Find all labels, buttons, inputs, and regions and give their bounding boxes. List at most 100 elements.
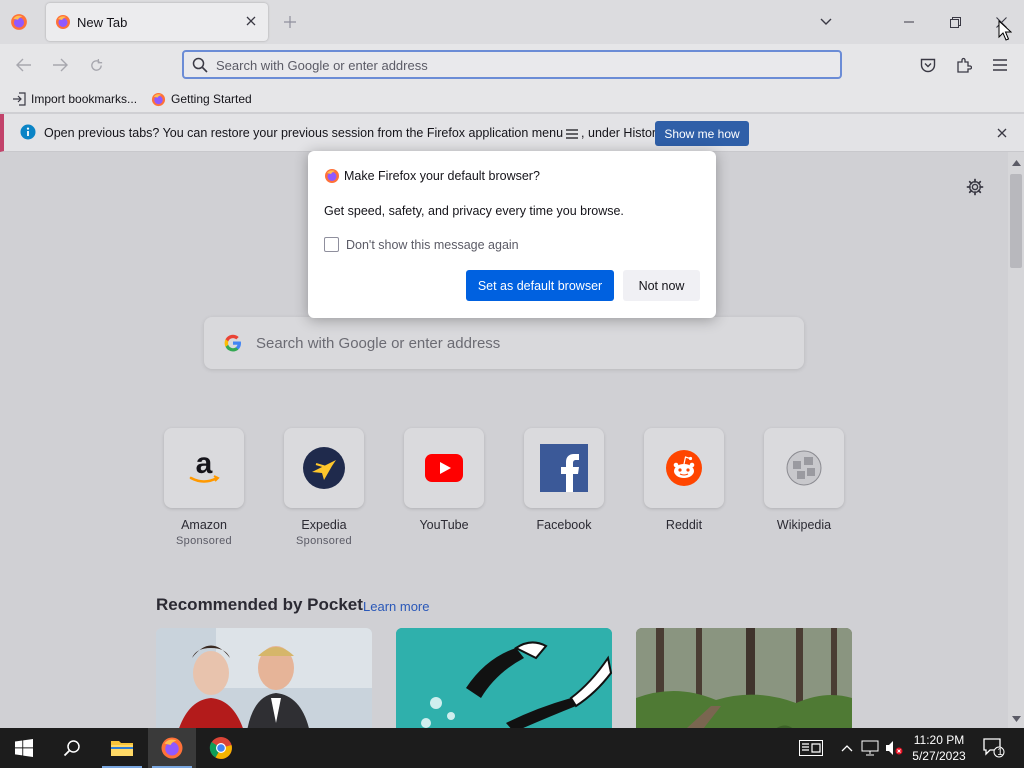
sponsored-label: Sponsored (176, 535, 232, 547)
close-tab-icon[interactable] (242, 12, 260, 30)
gear-icon[interactable] (966, 178, 984, 196)
application-menu-icon[interactable] (989, 54, 1011, 76)
scroll-up-arrow-icon[interactable] (1011, 158, 1021, 168)
url-input[interactable] (216, 55, 816, 75)
top-site-name: YouTube (419, 518, 469, 532)
pocket-card-image[interactable] (396, 628, 612, 728)
show-hidden-icons-chevron-icon[interactable] (838, 739, 856, 757)
restore-session-notification: Open previous tabs? You can restore your… (0, 114, 1024, 152)
dont-show-again-checkbox[interactable] (324, 237, 339, 252)
mouse-cursor-icon (998, 20, 1012, 41)
top-site-wikipedia[interactable]: Wikipedia (754, 428, 854, 532)
top-site-tile[interactable] (404, 428, 484, 508)
taskbar-search-button[interactable] (50, 728, 94, 768)
notification-count-badge: 1 (997, 747, 1003, 758)
clock-time: 11:20 PM (913, 733, 965, 747)
top-site-tile[interactable] (644, 428, 724, 508)
expedia-icon (303, 447, 345, 489)
show-me-how-button[interactable]: Show me how (655, 121, 749, 146)
top-site-tile[interactable] (764, 428, 844, 508)
pocket-card-photo (636, 628, 852, 728)
top-site-name: Wikipedia (776, 518, 832, 532)
folder-icon (111, 741, 133, 756)
top-site-tile[interactable] (284, 428, 364, 508)
tab-title: New Tab (77, 15, 128, 30)
dialog-body: Get speed, safety, and privacy every tim… (324, 204, 624, 218)
search-icon (63, 740, 80, 757)
firefox-app-icon[interactable] (10, 13, 28, 31)
taskbar-firefox[interactable] (148, 728, 196, 768)
pocket-card-photo (156, 628, 372, 728)
top-site-name: Amazon (181, 518, 227, 532)
facebook-icon (540, 444, 588, 492)
tab-strip: New Tab (0, 0, 1024, 44)
bookmark-import[interactable]: Import bookmarks... (12, 90, 137, 108)
default-browser-dialog: Make Firefox your default browser? Get s… (308, 151, 716, 318)
list-all-tabs-chevron-icon[interactable] (816, 12, 836, 32)
taskbar-clock[interactable]: 11:20 PM 5/27/2023 (906, 732, 972, 764)
pocket-learn-more-link[interactable]: Learn more (363, 599, 429, 614)
top-site-tile[interactable] (524, 428, 604, 508)
firefox-logo-icon (325, 169, 339, 183)
restore-window-icon[interactable] (940, 8, 970, 36)
minimize-window-icon[interactable] (894, 8, 924, 36)
newtab-search-box[interactable] (204, 317, 804, 369)
pocket-card-image[interactable] (156, 628, 372, 728)
set-default-browser-button[interactable]: Set as default browser (466, 270, 614, 301)
navigation-toolbar (0, 44, 1024, 86)
pocket-heading: Recommended by Pocket (156, 595, 363, 614)
scrollbar-thumb[interactable] (1010, 174, 1022, 268)
network-icon[interactable] (861, 739, 879, 757)
pocket-icon[interactable] (917, 54, 939, 76)
top-site-amazon[interactable]: a Amazon Sponsored (154, 428, 254, 547)
amazon-icon: a (189, 448, 220, 483)
scroll-down-arrow-icon[interactable] (1011, 714, 1021, 724)
windows-logo-icon (15, 739, 33, 757)
close-notification-icon[interactable] (994, 125, 1010, 141)
taskbar-file-explorer[interactable] (98, 728, 146, 768)
pocket-card-photo (396, 628, 612, 728)
svg-text:a: a (196, 448, 213, 480)
top-site-tile[interactable]: a (164, 428, 244, 508)
bookmark-getting-started[interactable]: Getting Started (151, 90, 252, 108)
top-site-name: Facebook (536, 518, 592, 532)
dont-show-again-label[interactable]: Don't show this message again (346, 238, 519, 252)
search-icon (192, 57, 208, 73)
newtab-search-input[interactable] (256, 332, 776, 354)
bookmark-label: Getting Started (171, 92, 252, 106)
top-site-name: Reddit (665, 518, 703, 532)
notification-text-start: Open previous tabs? You can restore your… (44, 126, 564, 140)
sponsored-label: Sponsored (296, 535, 352, 547)
new-tab-plus-icon[interactable] (280, 12, 300, 32)
notification-message: Open previous tabs? You can restore your… (44, 126, 665, 140)
firefox-favicon-icon (56, 15, 70, 29)
top-site-expedia[interactable]: Expedia Sponsored (274, 428, 374, 547)
extensions-puzzle-icon[interactable] (953, 54, 975, 76)
top-site-reddit[interactable]: Reddit (634, 428, 734, 532)
youtube-icon (425, 454, 463, 482)
hamburger-menu-icon (566, 129, 579, 139)
news-interests-icon[interactable] (798, 739, 824, 757)
firefox-favicon-icon (151, 92, 166, 106)
bookmarks-toolbar: Import bookmarks... Getting Started (0, 86, 1024, 112)
start-button[interactable] (0, 728, 48, 768)
reddit-icon (666, 450, 702, 486)
reload-icon[interactable] (85, 54, 107, 76)
dialog-title: Make Firefox your default browser? (344, 169, 540, 183)
pocket-card-image[interactable] (636, 628, 852, 728)
chrome-icon (209, 737, 232, 759)
forward-arrow-icon[interactable] (49, 54, 71, 76)
top-site-youtube[interactable]: YouTube (394, 428, 494, 532)
url-bar[interactable] (182, 50, 842, 79)
page-scrollbar[interactable] (1008, 152, 1024, 728)
volume-muted-icon[interactable] (885, 739, 903, 757)
not-now-button[interactable]: Not now (623, 270, 700, 301)
wikipedia-icon (786, 450, 822, 486)
google-logo-icon (224, 334, 241, 352)
taskbar-chrome[interactable] (198, 728, 244, 768)
tab-new-tab[interactable]: New Tab (46, 3, 268, 41)
back-arrow-icon[interactable] (13, 54, 35, 76)
import-icon (13, 92, 26, 106)
firefox-app-icon (161, 737, 183, 759)
top-site-facebook[interactable]: Facebook (514, 428, 614, 532)
